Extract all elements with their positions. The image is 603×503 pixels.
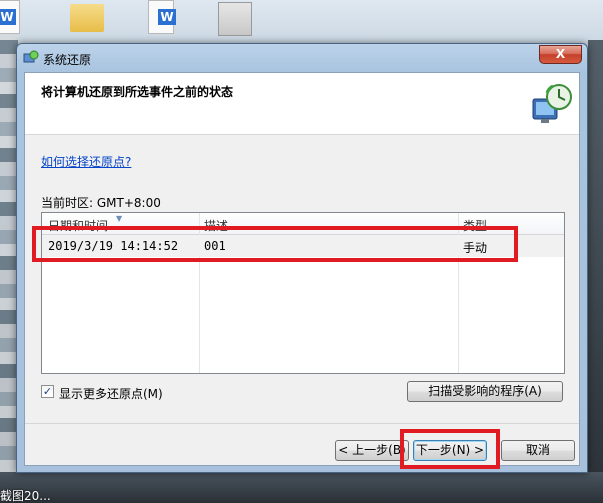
column-header-datetime[interactable]: 日期和时间	[48, 217, 108, 234]
desktop-right-edge	[588, 40, 603, 503]
header-band: 将计算机还原到所选事件之前的状态	[25, 73, 579, 135]
column-header-type[interactable]: 类型	[463, 217, 487, 234]
footer-divider	[25, 423, 579, 424]
next-button[interactable]: 下一步(N) >	[413, 440, 487, 461]
table-row[interactable]: 2019/3/19 14:14:52 001 手动	[42, 235, 564, 257]
screenshot-file-icon[interactable]	[216, 0, 254, 40]
current-timezone: 当前时区: GMT+8:00	[41, 196, 161, 210]
restore-computer-icon	[532, 84, 572, 123]
system-restore-icon	[23, 50, 39, 63]
row-description: 001	[204, 239, 226, 253]
show-more-checkbox[interactable]: ✓	[41, 385, 54, 398]
wps-document-icon-2[interactable]: W	[142, 0, 180, 40]
sort-arrow-icon: ▼	[116, 214, 123, 223]
desktop-file-label[interactable]: 截图20...	[0, 487, 51, 503]
show-more-label[interactable]: 显示更多还原点(M)	[59, 385, 163, 402]
title-bar[interactable]: 系统还原 X	[17, 44, 587, 72]
wps-document-icon[interactable]: W	[0, 0, 38, 40]
restore-points-list[interactable]: 日期和时间 ▼ 描述 类型 2019/3/19 14:14:52 001 手动	[41, 212, 565, 374]
cancel-button[interactable]: 取消	[501, 440, 575, 461]
close-button[interactable]: X	[539, 45, 582, 64]
list-header: 日期和时间 ▼ 描述 类型	[42, 213, 564, 235]
system-restore-window: 系统还原 X 将计算机还原到所选事件之前的状态 如何选择还原点? 当前时区: G…	[16, 43, 588, 473]
desktop-bottom-edge	[0, 472, 603, 503]
folder-icon[interactable]	[68, 0, 106, 40]
page-heading: 将计算机还原到所选事件之前的状态	[41, 85, 234, 99]
scan-affected-programs-button[interactable]: 扫描受影响的程序(A)	[407, 381, 563, 402]
row-type: 手动	[463, 241, 488, 255]
back-button[interactable]: < 上一步(B)	[335, 440, 409, 461]
column-header-description[interactable]: 描述	[204, 217, 228, 234]
dialog-client-area: 将计算机还原到所选事件之前的状态 如何选择还原点? 当前时区: GMT+8:00…	[24, 72, 580, 466]
how-to-choose-link[interactable]: 如何选择还原点?	[41, 153, 131, 170]
window-title: 系统还原	[43, 53, 92, 67]
row-datetime: 2019/3/19 14:14:52	[48, 239, 179, 253]
